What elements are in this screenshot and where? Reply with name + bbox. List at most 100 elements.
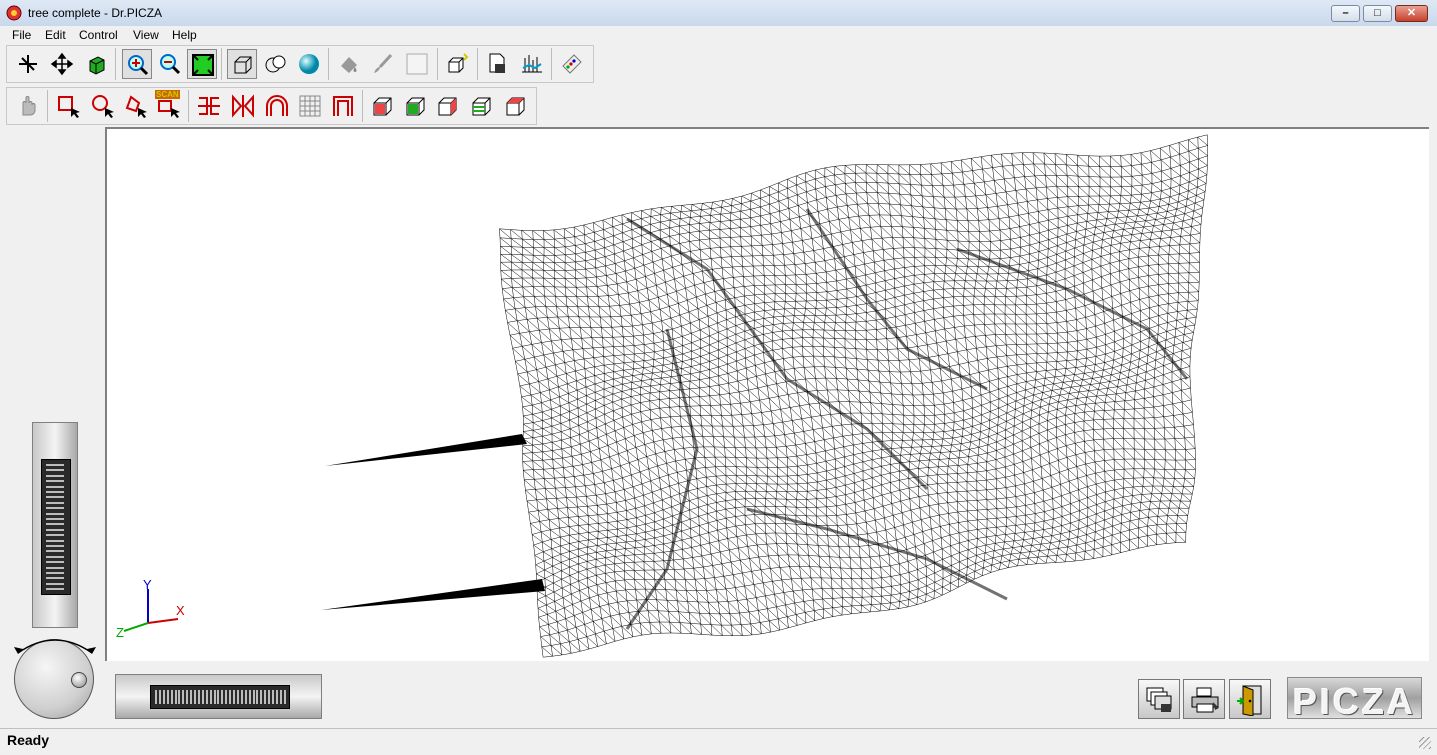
- slider-tick: [248, 690, 251, 704]
- separator: [362, 90, 363, 122]
- slider-tick: [186, 690, 189, 704]
- grid-icon: [299, 95, 321, 117]
- box-layers-button[interactable]: [467, 91, 497, 121]
- main-toolbar: [6, 45, 594, 83]
- lasso-select-icon: [125, 95, 147, 118]
- mesh-lines: [499, 134, 1208, 658]
- resize-grip-icon[interactable]: [1419, 737, 1431, 749]
- close-button[interactable]: ✕: [1395, 5, 1428, 22]
- document-button[interactable]: [483, 49, 513, 79]
- cube-move-button[interactable]: [81, 49, 111, 79]
- rotate-button[interactable]: [13, 49, 43, 79]
- slider-tick: [256, 690, 259, 704]
- frame-button[interactable]: [328, 91, 358, 121]
- slider-tick: [272, 690, 274, 704]
- circle-select-icon: [92, 95, 114, 118]
- slider-tick: [170, 690, 173, 704]
- lasso-select-button[interactable]: [121, 91, 151, 121]
- slider-tick: [197, 690, 200, 704]
- rotate-arrows-icon: [14, 639, 96, 654]
- hand-icon: [22, 96, 36, 116]
- slider-tick: [46, 474, 64, 477]
- separator: [115, 48, 116, 80]
- slider-tick: [46, 491, 64, 493]
- shaded-button[interactable]: [294, 49, 324, 79]
- slider-tick: [46, 582, 64, 585]
- zoom-in-button[interactable]: [122, 49, 152, 79]
- slider-tick: [46, 485, 64, 488]
- status-text: Ready: [7, 732, 50, 748]
- minimize-button[interactable]: –: [1331, 5, 1360, 22]
- slider-tick: [182, 690, 185, 704]
- wireframe-mesh[interactable]: [107, 129, 1429, 661]
- settings-button[interactable]: [557, 49, 587, 79]
- menu-file[interactable]: File: [12, 28, 31, 42]
- box-front-button[interactable]: [368, 91, 398, 121]
- save-views-button[interactable]: [1138, 679, 1180, 719]
- slider-tick: [46, 469, 64, 472]
- rect-select-button[interactable]: [54, 91, 84, 121]
- status-bar: Ready: [0, 728, 1437, 755]
- separator: [437, 48, 438, 80]
- scan-select-button[interactable]: SCAN: [154, 90, 184, 121]
- box-red-button[interactable]: [501, 91, 531, 121]
- brush-button[interactable]: [368, 49, 398, 79]
- slider-tick: [46, 577, 64, 580]
- windows-stack-icon: [1146, 687, 1172, 712]
- zoom-fit-button[interactable]: [187, 49, 217, 79]
- slider-tick: [46, 518, 64, 520]
- slider-tick: [283, 690, 286, 704]
- slider-tick: [268, 690, 271, 704]
- slider-tick: [46, 539, 64, 542]
- slider-tick: [155, 690, 157, 704]
- zoom-out-button[interactable]: [155, 49, 185, 79]
- vertical-zoom-slider[interactable]: [32, 422, 78, 628]
- slider-tick: [260, 690, 263, 704]
- blank-button[interactable]: [402, 49, 432, 79]
- separator: [188, 90, 189, 122]
- slider-tick: [46, 528, 64, 531]
- mirror-button[interactable]: [228, 91, 258, 121]
- axis-gizmo: Y X Z: [116, 577, 185, 640]
- grid-button[interactable]: [295, 91, 325, 121]
- vertical-slider-track[interactable]: [41, 459, 71, 595]
- wireframe-button[interactable]: [227, 49, 257, 79]
- frame-icon: [333, 96, 353, 116]
- scan-button[interactable]: [517, 49, 547, 79]
- menu-help[interactable]: Help: [172, 28, 197, 42]
- menu-edit[interactable]: Edit: [45, 28, 66, 42]
- slider-tick: [46, 480, 64, 483]
- slider-tick: [158, 690, 161, 704]
- arch-button[interactable]: [262, 91, 292, 121]
- cube-stack-button[interactable]: [443, 49, 473, 79]
- viewport-3d[interactable]: Y X Z: [105, 127, 1429, 661]
- zoom-out-icon: [160, 54, 181, 75]
- horizontal-slider-track[interactable]: [150, 685, 290, 709]
- axis-y-label: Y: [143, 577, 152, 592]
- exit-button[interactable]: [1229, 679, 1271, 719]
- settings-icon: [562, 54, 582, 74]
- box-green-button[interactable]: [401, 91, 431, 121]
- horizontal-rotate-slider[interactable]: [115, 674, 322, 719]
- cube-stack-icon: [448, 53, 469, 73]
- paint-button[interactable]: [334, 49, 364, 79]
- print-button[interactable]: [1183, 679, 1225, 719]
- zoom-in-icon: [128, 55, 149, 76]
- hidden-line-button[interactable]: [261, 49, 291, 79]
- hand-button[interactable]: [13, 91, 43, 121]
- slider-tick: [205, 690, 208, 704]
- slider-tick: [264, 690, 267, 704]
- edit-toolbar: SCAN: [6, 87, 537, 125]
- circle-select-button[interactable]: [88, 91, 118, 121]
- box-side-button[interactable]: [433, 91, 463, 121]
- separator: [477, 48, 478, 80]
- menu-view[interactable]: View: [133, 28, 159, 42]
- mirror-icon: [232, 94, 254, 118]
- move-button[interactable]: [47, 49, 77, 79]
- paint-icon: [341, 57, 357, 73]
- app-icon[interactable]: [6, 5, 22, 21]
- menu-control[interactable]: Control: [79, 28, 118, 42]
- trim-button[interactable]: [194, 91, 224, 121]
- maximize-button[interactable]: □: [1363, 5, 1392, 22]
- slider-tick: [46, 588, 64, 591]
